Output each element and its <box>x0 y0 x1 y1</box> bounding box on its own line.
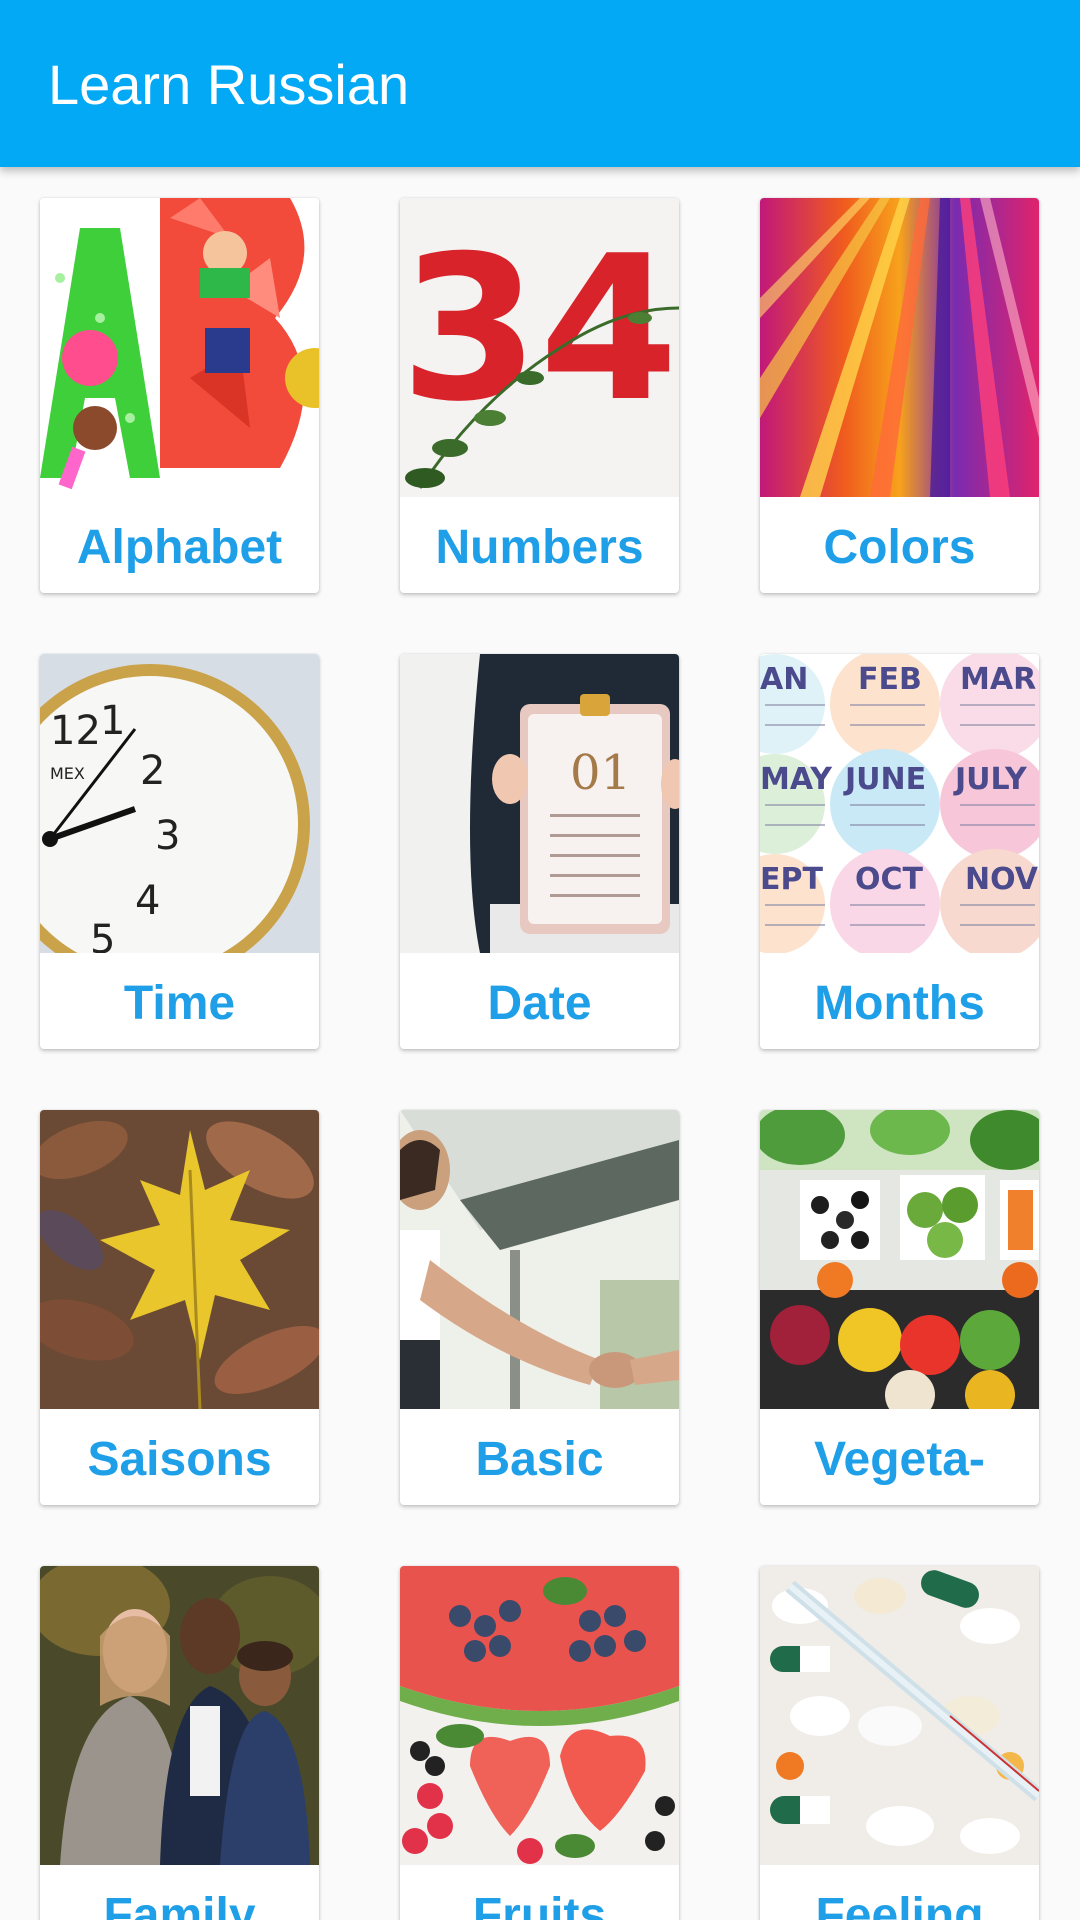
category-label: Basic <box>475 1433 604 1486</box>
autumn-leaves-image <box>40 1110 319 1409</box>
calendar-clipboard-image: 01 <box>400 654 679 953</box>
category-card-time[interactable]: 12 1 2 3 4 5 MEX Time <box>40 654 319 1049</box>
month-text: JUNE <box>843 762 926 797</box>
category-label: Time <box>123 977 236 1030</box>
month-text: AN <box>760 662 808 697</box>
category-label: Months <box>814 977 985 1030</box>
category-card-family[interactable]: Family <box>40 1566 319 1920</box>
month-text: NOV <box>965 862 1039 897</box>
category-label: Family <box>103 1889 256 1920</box>
svg-text:5: 5 <box>90 917 115 953</box>
clock-brand-text: MEX <box>50 764 85 783</box>
svg-text:2: 2 <box>140 748 165 794</box>
category-card-colors[interactable]: Colors <box>760 198 1039 593</box>
month-text: OCT <box>855 862 924 897</box>
fruits-image <box>400 1566 679 1865</box>
category-card-vegetables[interactable]: Vegeta- <box>760 1110 1039 1505</box>
category-label: Colors <box>823 521 976 574</box>
alarm-clock-image: 12 1 2 3 4 5 MEX <box>40 654 319 953</box>
category-label: Numbers <box>435 521 644 574</box>
months-calendar-image: AN FEB MAR MAY JUNE JULY EPT OCT NOV <box>760 654 1039 953</box>
vegetables-image <box>760 1110 1039 1409</box>
month-text: MAR <box>960 662 1036 697</box>
numbers-image: 34 <box>400 198 679 497</box>
category-label: Fruits <box>472 1889 607 1920</box>
app-bar: Learn Russian <box>0 0 1080 167</box>
category-card-months[interactable]: AN FEB MAR MAY JUNE JULY EPT OCT NOV Mon… <box>760 654 1039 1049</box>
svg-text:3: 3 <box>155 813 180 859</box>
month-text: EPT <box>760 862 823 897</box>
category-grid[interactable]: Alphabet 34 Numbers Colors 12 1 2 3 4 5 … <box>0 167 1080 1920</box>
category-card-feeling[interactable]: Feeling <box>760 1566 1039 1920</box>
category-label: Alphabet <box>76 521 283 574</box>
family-photo-image <box>40 1566 319 1865</box>
svg-text:1: 1 <box>100 698 125 744</box>
month-text: MAY <box>760 762 833 797</box>
category-card-numbers[interactable]: 34 Numbers <box>400 198 679 593</box>
month-text: JULY <box>953 762 1028 797</box>
category-card-alphabet[interactable]: Alphabet <box>40 198 319 593</box>
category-label: Vegeta- <box>814 1433 985 1486</box>
pills-thermometer-image <box>760 1566 1039 1865</box>
month-text: FEB <box>858 662 922 697</box>
category-card-basic[interactable]: Basic <box>400 1110 679 1505</box>
handshake-image <box>400 1110 679 1409</box>
numbers-image-digits: 34 <box>400 213 678 446</box>
category-label: Feeling <box>815 1889 984 1920</box>
category-card-date[interactable]: 01 Date <box>400 654 679 1049</box>
category-label: Date <box>487 977 592 1030</box>
category-card-fruits[interactable]: Fruits <box>400 1566 679 1920</box>
category-label: Saisons <box>87 1433 272 1486</box>
alphabet-letters-image <box>40 198 319 497</box>
category-card-saisons[interactable]: Saisons <box>40 1110 319 1505</box>
svg-text:4: 4 <box>135 878 160 924</box>
app-title: Learn Russian <box>48 53 410 116</box>
date-number-text: 01 <box>570 745 631 801</box>
colored-straws-image <box>760 198 1039 497</box>
svg-text:12: 12 <box>50 708 101 754</box>
